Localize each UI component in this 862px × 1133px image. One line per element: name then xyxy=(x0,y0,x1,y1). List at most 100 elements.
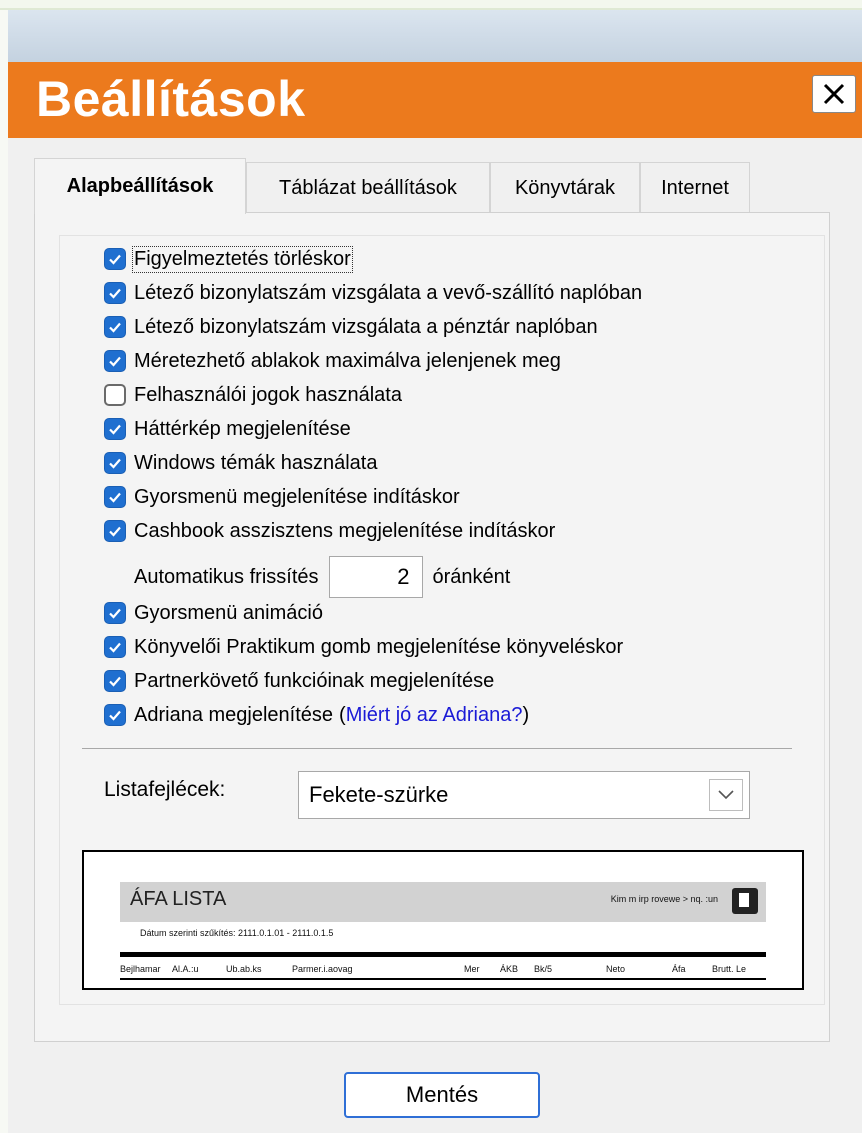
option-konyveloi-praktikum[interactable]: Könyvelői Praktikum gomb megjelenítése k… xyxy=(104,632,623,662)
close-icon xyxy=(823,83,845,105)
preview-rule-bottom xyxy=(120,978,766,980)
option-felhasznaloi-jogok[interactable]: Felhasználói jogok használata xyxy=(104,380,402,410)
check-icon xyxy=(109,608,121,619)
preview-column: Al.A.:u xyxy=(172,964,199,974)
list-header-selected: Fekete-szürke xyxy=(309,782,449,807)
checkbox-checked[interactable] xyxy=(104,316,126,338)
check-icon xyxy=(109,322,121,333)
auto-refresh-label: Automatikus frissítés xyxy=(134,565,319,588)
option-label: Méretezhető ablakok maximálva jelenjenek… xyxy=(134,349,561,372)
preview-title: ÁFA LISTA xyxy=(130,888,227,910)
option-label: Létező bizonylatszám vizsgálata a vevő-s… xyxy=(134,281,643,304)
tab-internet[interactable]: Internet xyxy=(640,162,750,214)
option-label: Háttérkép megjelenítése xyxy=(134,417,351,440)
option-meretezheto-ablakok[interactable]: Méretezhető ablakok maximálva jelenjenek… xyxy=(104,346,561,376)
checkbox-checked[interactable] xyxy=(104,520,126,542)
adriana-info-link[interactable]: Miért jó az Adriana? xyxy=(346,704,523,727)
checkbox-checked[interactable] xyxy=(104,248,126,270)
list-header-select[interactable]: Fekete-szürke xyxy=(298,771,750,819)
window-title: Beállítások xyxy=(36,71,306,127)
list-header-preview: ÁFA LISTA Kim m irp rovewe > nq. :un Dát… xyxy=(82,850,804,990)
option-label: Gyorsmenü megjelenítése indításkor xyxy=(134,485,460,508)
option-cashbook-asszisztens[interactable]: Cashbook asszisztens megjelenítése indít… xyxy=(104,516,555,546)
save-button-label: Mentés xyxy=(405,1082,479,1107)
option-adriana[interactable]: Adriana megjelenítése ( Miért jó az Adri… xyxy=(104,700,529,730)
tab-tablazat-beallitasok[interactable]: Táblázat beállítások xyxy=(246,162,490,214)
window-frame-strip xyxy=(8,10,862,62)
tab-label: Internet xyxy=(661,177,729,199)
option-label: Partnerkövető funkcióinak megjelenítése xyxy=(134,669,495,692)
section-divider xyxy=(82,748,792,749)
preview-column: Bejlhamar xyxy=(120,964,161,974)
option-label: Cashbook asszisztens megjelenítése indít… xyxy=(134,519,556,542)
option-label: Windows témák használata xyxy=(134,451,378,474)
auto-refresh-input[interactable]: 2 xyxy=(328,556,423,598)
tab-alapbeallitasok[interactable]: Alapbeállítások xyxy=(34,158,246,214)
preview-column: Brutt. Le xyxy=(712,964,747,974)
preview-column: ÁKB xyxy=(500,964,519,974)
top-edge xyxy=(0,0,862,10)
close-button[interactable] xyxy=(812,75,856,113)
checkbox-checked[interactable] xyxy=(104,636,126,658)
option-bizonylatszam-penztar[interactable]: Létező bizonylatszám vizsgálata a pénztá… xyxy=(104,312,598,342)
checkbox-checked[interactable] xyxy=(104,418,126,440)
preview-subtitle: Dátum szerinti szűkítés: 2111.0.1.01 - 2… xyxy=(140,928,334,938)
checkbox-checked[interactable] xyxy=(104,602,126,624)
option-windows-temak[interactable]: Windows témák használata xyxy=(104,448,377,478)
option-label: Gyorsmenü animáció xyxy=(134,601,323,624)
settings-window: Alapbeállítások Táblázat beállítások Kön… xyxy=(8,138,862,1133)
preview-column: Mer xyxy=(464,964,480,974)
option-bizonylatszam-vevo[interactable]: Létező bizonylatszám vizsgálata a vevő-s… xyxy=(104,278,642,308)
title-bar: Beállítások xyxy=(8,62,862,138)
check-icon xyxy=(109,710,121,721)
tab-label: Táblázat beállítások xyxy=(279,177,457,199)
check-icon xyxy=(109,424,121,435)
tab-label: Könyvtárak xyxy=(514,177,616,199)
preview-column: Parmer.i.aovag xyxy=(292,964,353,974)
auto-refresh-row: Automatikus frissítés 2 óránként xyxy=(134,556,510,598)
option-label: Létező bizonylatszám vizsgálata a pénztá… xyxy=(134,315,598,338)
preview-right-text: Kim m irp rovewe > nq. :un xyxy=(610,894,718,904)
dropdown-arrow[interactable] xyxy=(709,779,743,811)
preview-rule xyxy=(120,952,766,957)
checkbox-checked[interactable] xyxy=(104,282,126,304)
checkbox-checked[interactable] xyxy=(104,486,126,508)
checkbox-checked[interactable] xyxy=(104,350,126,372)
check-icon xyxy=(109,288,121,299)
preview-column: Neto xyxy=(606,964,626,974)
list-header-label: Listafejlécek: xyxy=(104,778,226,801)
chevron-down-icon xyxy=(718,790,734,800)
tab-konyvtarak[interactable]: Könyvtárak xyxy=(490,162,640,214)
preview-column: Áfa xyxy=(672,964,686,974)
adriana-open-paren: ( xyxy=(339,703,346,726)
option-figyelmeztetes[interactable]: Figyelmeztetés törléskor xyxy=(104,244,353,274)
check-icon xyxy=(109,254,121,265)
checkbox-checked[interactable] xyxy=(104,670,126,692)
check-icon xyxy=(109,458,121,469)
preview-column: Ub.ab.ks xyxy=(226,964,262,974)
preview-header-bar: ÁFA LISTA Kim m irp rovewe > nq. :un xyxy=(120,882,766,922)
checkbox-checked[interactable] xyxy=(104,704,126,726)
option-gyorsmenu-inditaskor[interactable]: Gyorsmenü megjelenítése indításkor xyxy=(104,482,460,512)
auto-refresh-unit: óránként xyxy=(432,565,511,588)
save-button[interactable]: Mentés xyxy=(344,1072,540,1118)
tab-label: Alapbeállítások xyxy=(66,175,214,197)
check-icon xyxy=(109,676,121,687)
left-edge xyxy=(0,10,8,1133)
check-icon xyxy=(109,642,121,653)
check-icon xyxy=(109,492,121,503)
option-label: Figyelmeztetés törléskor xyxy=(132,245,353,273)
preview-column: Bk/5 xyxy=(534,964,553,974)
option-gyorsmenu-animacio[interactable]: Gyorsmenü animáció xyxy=(104,598,323,628)
adriana-close-paren: ) xyxy=(522,703,530,726)
option-partnerkoveto[interactable]: Partnerkövető funkcióinak megjelenítése xyxy=(104,666,494,696)
checkbox-checked[interactable] xyxy=(104,452,126,474)
option-label: Adriana megjelenítése xyxy=(134,703,334,726)
option-label: Könyvelői Praktikum gomb megjelenítése k… xyxy=(134,635,624,658)
checkbox-unchecked[interactable] xyxy=(104,384,126,406)
option-hatterkep[interactable]: Háttérkép megjelenítése xyxy=(104,414,351,444)
check-icon xyxy=(109,356,121,367)
check-icon xyxy=(109,526,121,537)
document-icon xyxy=(732,888,758,914)
option-label: Felhasználói jogok használata xyxy=(134,383,402,406)
